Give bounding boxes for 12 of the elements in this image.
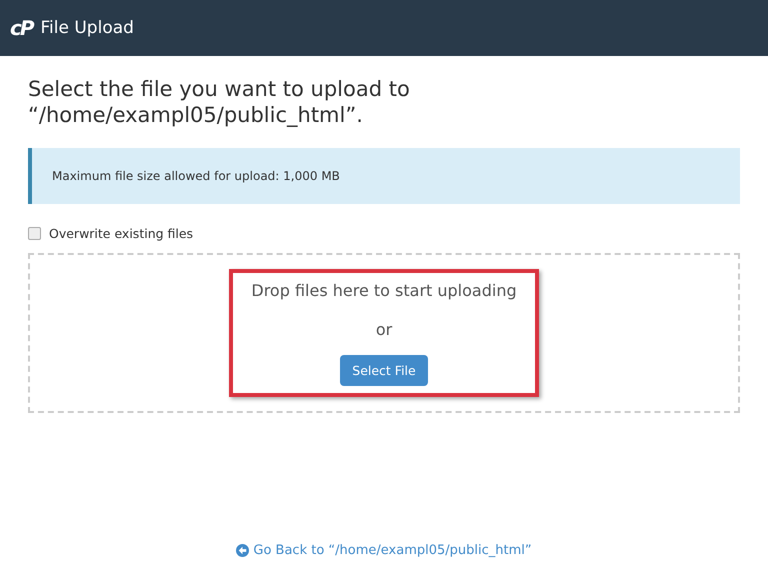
checkbox-label[interactable]: Overwrite existing files [49, 226, 194, 241]
drop-zone[interactable]: Drop files here to start uploading or Select File [28, 253, 740, 413]
back-arrow-icon [236, 544, 250, 557]
or-text: or [376, 320, 392, 339]
checkbox[interactable] [28, 227, 41, 240]
logo: cP [10, 16, 33, 40]
heading: Select the file you want to upload to “/home/exampl05/public_html”. [28, 76, 411, 128]
back-link[interactable]: Go Back to “/home/exampl05/public_html” [236, 543, 532, 558]
info-alert: Maximum file size allowed for upload: 1,000 MB [28, 148, 740, 204]
drop-prompt: Drop files here to start uploading [251, 281, 517, 300]
select-file-button[interactable]: Select File [340, 355, 428, 386]
page-title: File Upload [40, 18, 134, 38]
